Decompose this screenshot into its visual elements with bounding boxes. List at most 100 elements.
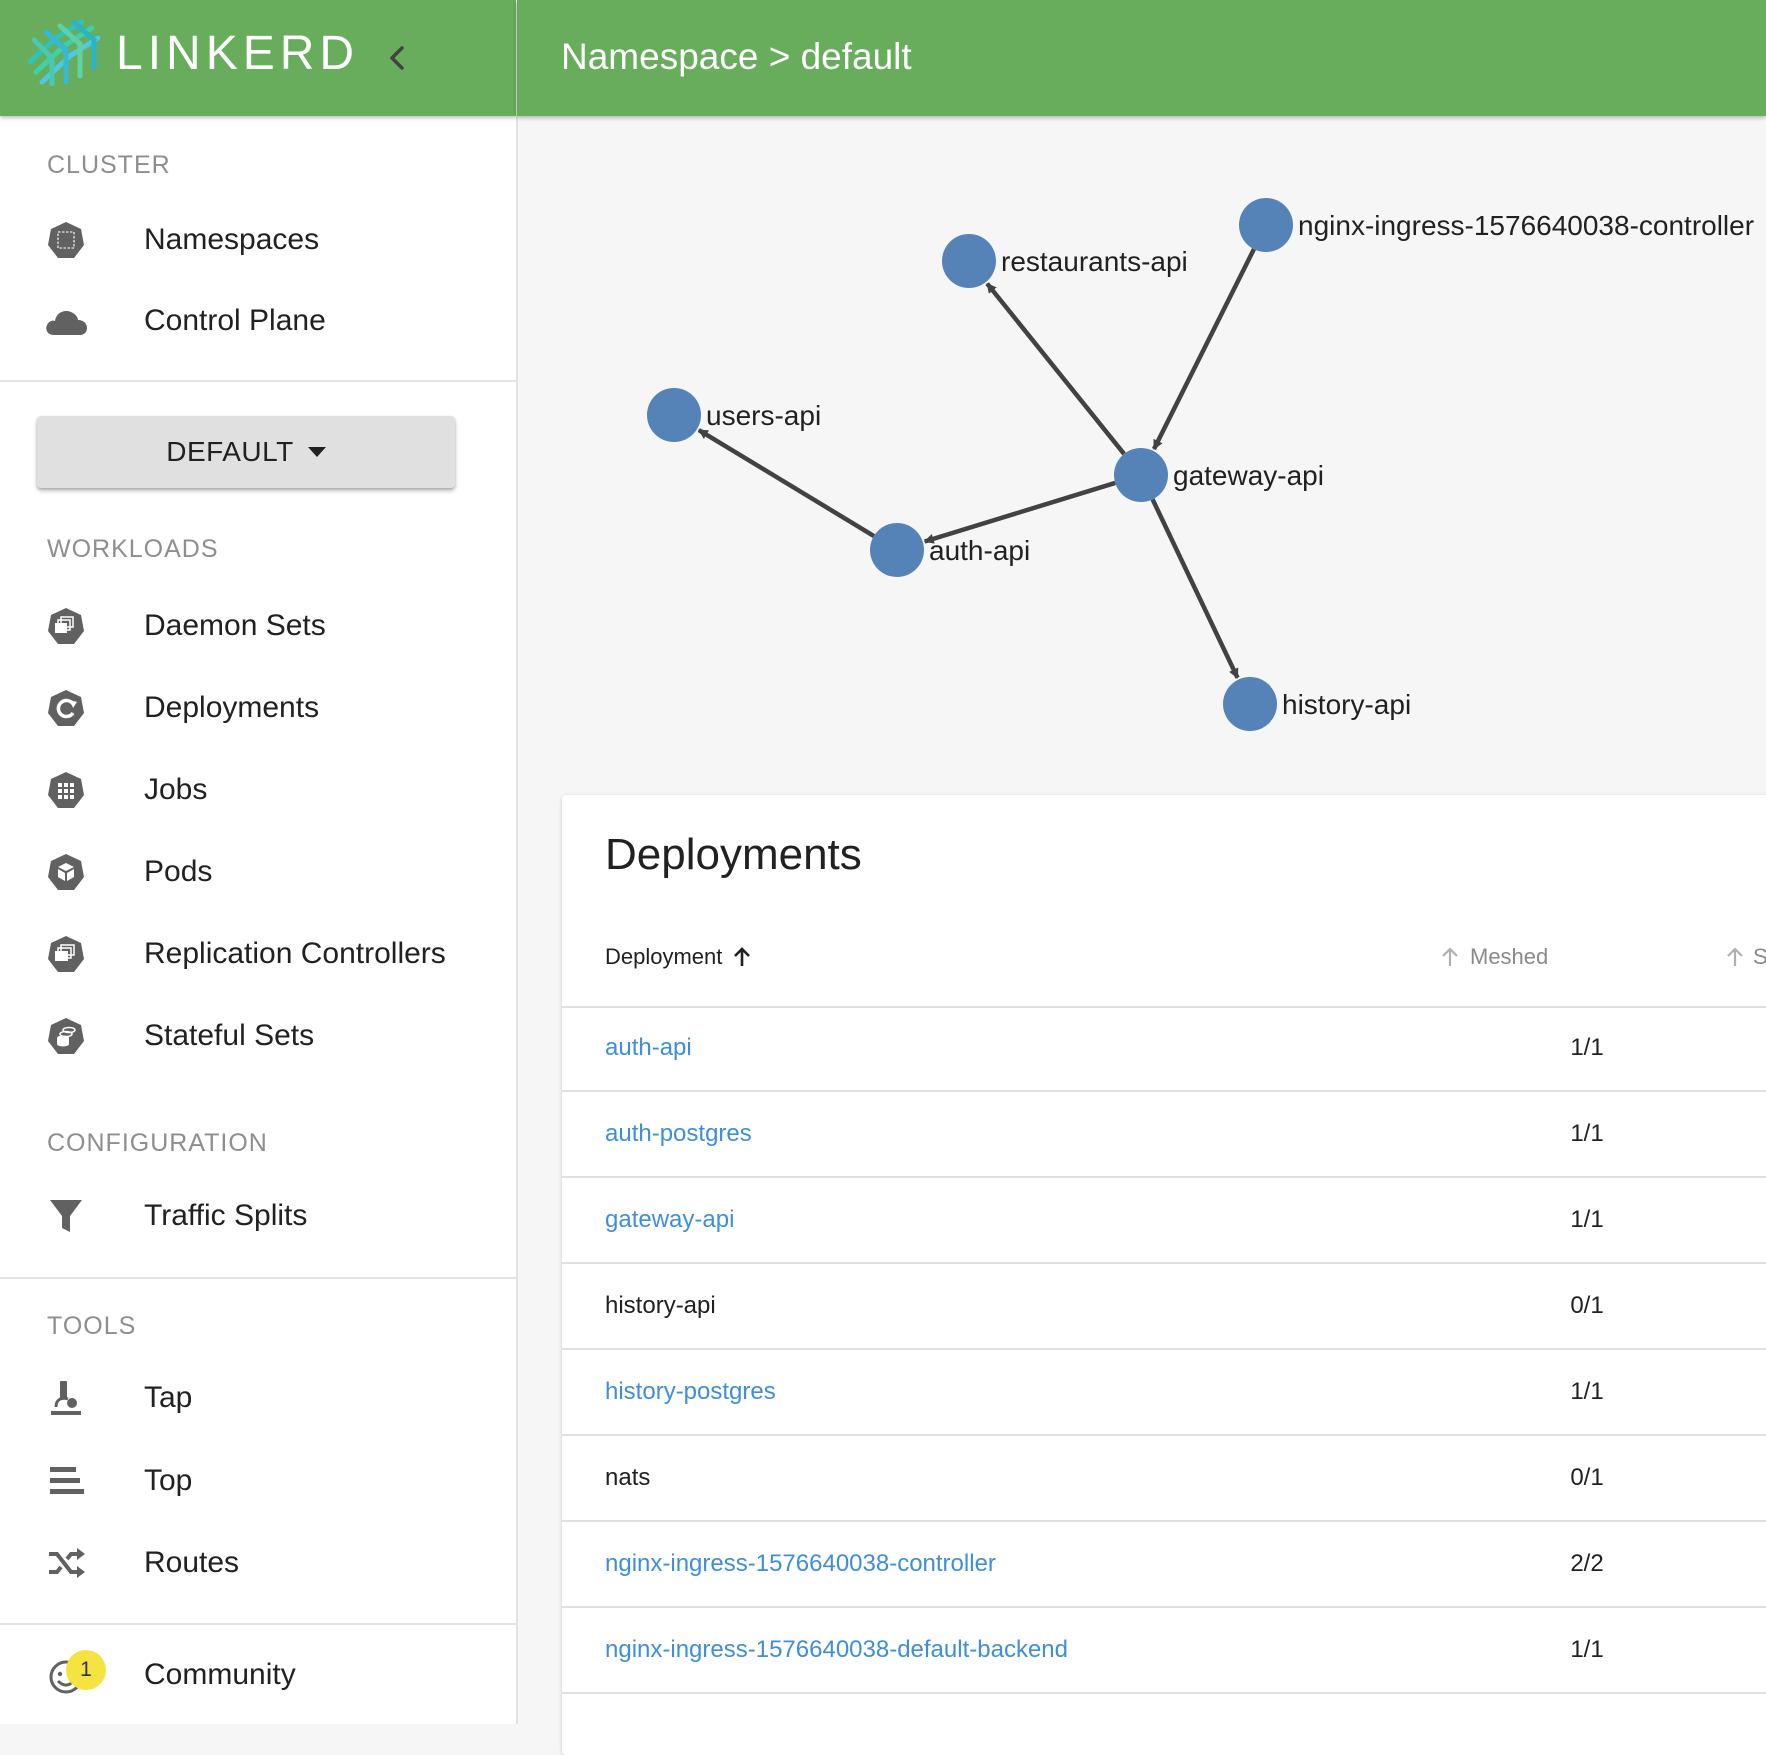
sidebar-item-tap[interactable]: Tap [0, 1363, 516, 1433]
meshed-value: 1/1 [1570, 1206, 1604, 1233]
sidebar-item-stateful-sets[interactable]: Stateful Sets [0, 1001, 516, 1071]
deployment-icon [44, 688, 88, 728]
deployment-link[interactable]: gateway-api [605, 1204, 734, 1236]
sidebar-item-jobs[interactable]: Jobs [0, 755, 516, 825]
replication-controller-icon [44, 934, 88, 974]
sidebar-item-control-plane[interactable]: Control Plane [0, 286, 516, 356]
cloud-icon [44, 301, 88, 341]
sidebar-item-label: Top [144, 1464, 193, 1497]
sidebar: CLUSTER Namespaces Control Plane DEFAULT… [0, 116, 518, 1724]
page-title: Namespace > default [561, 36, 912, 77]
daemon-set-icon [44, 606, 88, 646]
sidebar-item-routes[interactable]: Routes [0, 1528, 516, 1598]
sidebar-item-label: Jobs [144, 773, 208, 806]
sidebar-item-label: Namespaces [144, 223, 320, 256]
microscope-icon [44, 1378, 88, 1418]
sidebar-item-deployments[interactable]: Deployments [0, 673, 516, 743]
sort-arrow-up-icon [734, 947, 751, 966]
graph-node[interactable] [1114, 448, 1168, 502]
graph-node[interactable] [1223, 677, 1277, 731]
meshed-value: 0/1 [1570, 1292, 1604, 1319]
table-row: nginx-ingress-1576640038-default-backend… [562, 1608, 1766, 1694]
deployment-link[interactable]: auth-api [605, 1032, 692, 1064]
graph-node[interactable] [870, 523, 924, 577]
deployments-card: Deployments Deployment Meshed S auth-api… [562, 795, 1766, 1755]
sort-arrow-up-icon [1442, 947, 1458, 966]
graph-node-label: restaurants-api [1001, 246, 1188, 277]
brand-bar: LINKERD [0, 0, 516, 116]
column-header-next[interactable]: S [1725, 942, 1766, 972]
column-header-meshed[interactable]: Meshed [1440, 942, 1548, 972]
sidebar-divider [0, 380, 516, 382]
sidebar-item-label: Community [144, 1658, 296, 1691]
deployment-link[interactable]: nginx-ingress-1576640038-default-backend [605, 1634, 1068, 1666]
graph-edge [923, 480, 1116, 544]
sidebar-item-replication-controllers[interactable]: Replication Controllers [0, 919, 516, 989]
collapse-sidebar-button[interactable] [380, 38, 414, 78]
table-row: auth-postgres 1/1 [562, 1092, 1766, 1178]
deployment-name: history-api [605, 1292, 716, 1319]
sidebar-item-label: Control Plane [144, 304, 326, 337]
sidebar-item-community[interactable]: 1 Community [0, 1640, 516, 1710]
linkerd-logo-icon [27, 19, 101, 86]
graph-node-label: history-api [1282, 689, 1411, 720]
filter-icon [44, 1196, 88, 1236]
meshed-value: 1/1 [1570, 1636, 1604, 1663]
sidebar-item-traffic-splits[interactable]: Traffic Splits [0, 1181, 516, 1251]
meshed-value: 2/2 [1570, 1550, 1604, 1577]
sidebar-divider [0, 1277, 516, 1279]
card-title: Deployments [605, 830, 862, 879]
sidebar-item-label: Pods [144, 855, 213, 888]
graph-node[interactable] [942, 234, 996, 288]
sidebar-item-label: Routes [144, 1546, 240, 1579]
graph-edge [985, 282, 1126, 456]
section-heading-workloads: WORKLOADS [47, 535, 219, 563]
graph-node-label: gateway-api [1173, 460, 1324, 491]
namespace-topology-graph: restaurants-api nginx-ingress-1576640038-… [647, 198, 1754, 731]
sidebar-item-namespaces[interactable]: Namespaces [0, 205, 516, 275]
graph-edge [697, 428, 876, 538]
section-heading-configuration: CONFIGURATION [47, 1129, 268, 1157]
column-header-label: Meshed [1470, 944, 1549, 969]
caret-down-icon [307, 447, 326, 457]
graph-node-label: users-api [706, 400, 821, 431]
sidebar-item-top[interactable]: Top [0, 1446, 516, 1516]
chevron-left-icon [390, 46, 404, 70]
app-bar: Namespace > default [517, 0, 1766, 116]
deployment-link[interactable]: history-postgres [605, 1376, 776, 1408]
shuffle-icon [44, 1543, 88, 1583]
sidebar-item-label: Deployments [144, 691, 320, 724]
graph-edge [1150, 498, 1240, 679]
sidebar-item-label: Stateful Sets [144, 1019, 315, 1052]
sidebar-divider [0, 1623, 516, 1625]
graph-node-label: auth-api [929, 535, 1030, 566]
graph-node[interactable] [647, 388, 701, 442]
column-header-label: S [1753, 944, 1766, 969]
table-header: Deployment Meshed S [562, 910, 1766, 1008]
notification-badge: 1 [66, 1650, 106, 1690]
namespace-icon [44, 220, 88, 260]
section-heading-tools: TOOLS [47, 1312, 137, 1340]
table-row: history-api 0/1 [562, 1264, 1766, 1350]
sidebar-item-pods[interactable]: Pods [0, 837, 516, 907]
column-header-label: Deployment [605, 944, 723, 969]
meshed-value: 1/1 [1570, 1034, 1604, 1061]
sidebar-item-label: Daemon Sets [144, 609, 326, 642]
deployment-link[interactable]: auth-postgres [605, 1118, 752, 1150]
namespace-select-value: DEFAULT [166, 436, 294, 467]
deployment-link[interactable]: nginx-ingress-1576640038-controller [605, 1548, 996, 1580]
graph-node-label: nginx-ingress-1576640038-controller [1298, 210, 1754, 241]
meshed-value: 1/1 [1570, 1378, 1604, 1405]
pod-icon [44, 852, 88, 892]
column-header-deployment[interactable]: Deployment [605, 942, 752, 972]
namespace-select-button[interactable]: DEFAULT [37, 416, 455, 488]
table-row: history-postgres 1/1 [562, 1350, 1766, 1436]
list-icon [44, 1461, 88, 1501]
table-row: nats 0/1 [562, 1436, 1766, 1522]
sidebar-item-label: Traffic Splits [144, 1199, 308, 1232]
graph-edge [1151, 248, 1256, 451]
sidebar-item-daemon-sets[interactable]: Daemon Sets [0, 591, 516, 661]
sidebar-item-label: Replication Controllers [144, 937, 446, 970]
graph-node[interactable] [1239, 198, 1293, 252]
sidebar-item-label: Tap [144, 1381, 193, 1414]
